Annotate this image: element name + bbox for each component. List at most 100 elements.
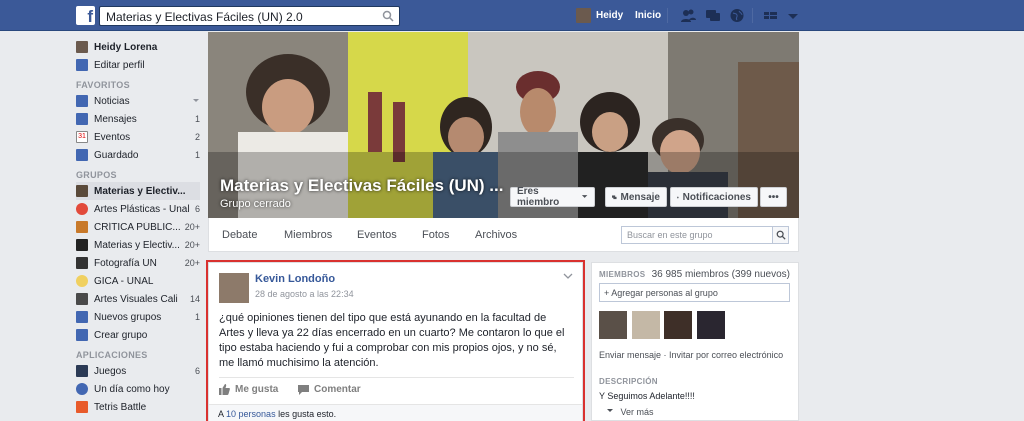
sidebar-app[interactable]: Juegos 6 — [76, 362, 200, 380]
description-header: DESCRIPCIÓN — [599, 377, 658, 386]
facebook-logo[interactable]: f — [76, 6, 95, 25]
group-search-input[interactable]: Buscar en este grupo — [621, 226, 789, 244]
top-bar: f Materias y Electivas Fáciles (UN) 2.0 … — [0, 0, 1024, 31]
sidebar-item-eventos[interactable]: 31 Eventos 2 — [76, 128, 200, 146]
group-info-panel: MIEMBROS 36 985 miembros (399 nuevos) + … — [591, 262, 799, 421]
sidebar-item-label: Juegos — [94, 365, 127, 377]
chevron-down-icon — [607, 409, 613, 412]
sidebar-item-label: Guardado — [94, 149, 139, 161]
sidebar-group[interactable]: GICA - UNAL — [76, 272, 200, 290]
post-highlight-outline — [206, 260, 585, 421]
membership-button-label: Eres miembro — [517, 186, 560, 208]
sidebar-item-count: 20+ — [184, 222, 200, 232]
member-avatar[interactable] — [632, 311, 660, 339]
apps-header: APLICACIONES — [76, 350, 148, 360]
sidebar-group-active[interactable]: Materias y Electiv... — [76, 182, 200, 200]
chevron-down-icon[interactable] — [192, 97, 200, 105]
tab-fotos[interactable]: Fotos — [422, 229, 450, 241]
home-link[interactable]: Inicio — [635, 10, 661, 21]
notifications-button[interactable]: Notificaciones — [670, 187, 758, 207]
membership-button[interactable]: Eres miembro — [510, 186, 595, 208]
profile-avatar — [76, 41, 88, 53]
sidebar-group[interactable]: Artes Visuales Cali 14 — [76, 290, 200, 308]
see-more-link[interactable]: Ver más — [606, 407, 654, 417]
message-button[interactable]: Mensaje — [605, 187, 667, 207]
more-options-button[interactable]: ••• — [760, 187, 787, 207]
top-user-name[interactable]: Heidy — [596, 10, 623, 21]
sidebar-item-label: Tetris Battle — [94, 401, 147, 413]
members-header[interactable]: MIEMBROS — [599, 270, 645, 279]
sidebar-create-group[interactable]: Crear grupo — [76, 326, 200, 344]
sidebar-group[interactable]: Artes Plásticas - Unal 6 — [76, 200, 200, 218]
group-search-placeholder: Buscar en este grupo — [627, 230, 713, 240]
sidebar-app[interactable]: Tetris Battle — [76, 398, 200, 416]
sidebar-edit-profile[interactable]: Editar perfil — [76, 56, 200, 74]
sidebar-item-count: 20+ — [184, 240, 200, 250]
apple-icon — [76, 203, 88, 215]
friend-requests-icon[interactable] — [680, 8, 696, 23]
sidebar-item-guardado[interactable]: Guardado 1 — [76, 146, 200, 164]
sidebar-item-label: Eventos — [94, 131, 131, 143]
privacy-shortcuts-icon[interactable] — [763, 8, 779, 23]
sidebar-item-label: Materias y Electiv... — [94, 239, 180, 251]
sidebar-edit-profile-label: Editar perfil — [94, 59, 145, 71]
sidebar-item-label: Fotografía UN — [94, 257, 157, 269]
tetris-icon — [76, 401, 88, 413]
sidebar-item-label: Materias y Electiv... — [94, 185, 186, 197]
group-icon — [76, 293, 88, 305]
members-count[interactable]: 36 985 miembros (399 nuevos) — [652, 269, 790, 280]
group-search-button[interactable] — [772, 227, 788, 243]
calendar-icon: 31 — [76, 131, 88, 143]
member-action-links[interactable]: Enviar mensaje · Invitar por correo elec… — [599, 350, 783, 360]
bookmark-icon — [76, 149, 88, 161]
sidebar-item-label: Artes Visuales Cali — [94, 293, 178, 305]
group-title[interactable]: Materias y Electivas Fáciles (UN) ... — [220, 176, 503, 196]
add-people-input[interactable]: + Agregar personas al grupo — [599, 283, 790, 302]
favorites-header: FAVORITOS — [76, 80, 130, 90]
no-entry-icon — [677, 196, 679, 198]
sidebar-item-label: CRÍTICA PÚBLIC... — [94, 221, 181, 233]
see-more-label: Ver más — [620, 407, 654, 417]
notifications-globe-icon[interactable] — [729, 8, 745, 23]
sidebar-app[interactable]: Un día como hoy — [76, 380, 200, 398]
tab-eventos[interactable]: Eventos — [357, 229, 397, 241]
search-input[interactable]: Materias y Electivas Fáciles (UN) 2.0 — [99, 6, 400, 26]
top-divider — [667, 8, 668, 23]
sidebar-item-label: GICA - UNAL — [94, 275, 154, 287]
sidebar-new-groups[interactable]: Nuevos grupos 1 — [76, 308, 200, 326]
tab-archivos[interactable]: Archivos — [475, 229, 517, 241]
member-avatar[interactable] — [697, 311, 725, 339]
sidebar-profile[interactable]: Heidy Lorena — [76, 38, 200, 56]
create-group-icon — [76, 329, 88, 341]
left-sidebar: Heidy Lorena Editar perfil FAVORITOS Not… — [76, 38, 200, 416]
tab-debate[interactable]: Debate — [222, 229, 257, 241]
sidebar-group[interactable]: Fotografía UN 20+ — [76, 254, 200, 272]
sidebar-item-count: 6 — [194, 204, 200, 214]
messages-icon[interactable] — [705, 8, 721, 23]
sidebar-item-count: 1 — [194, 150, 200, 160]
tab-miembros[interactable]: Miembros — [284, 229, 332, 241]
sidebar-item-label: Nuevos grupos — [94, 311, 162, 323]
sidebar-item-count: 2 — [194, 132, 200, 142]
user-avatar[interactable] — [576, 8, 591, 23]
news-feed-icon — [76, 95, 88, 107]
chevron-down-icon — [581, 195, 588, 198]
description-text: Y Seguimos Adelante!!!! — [599, 391, 695, 401]
group-privacy: Grupo cerrado — [220, 198, 291, 210]
sidebar-item-count: 1 — [194, 114, 200, 124]
member-avatar[interactable] — [664, 311, 692, 339]
sidebar-item-label: Crear grupo — [94, 329, 148, 341]
account-menu-chevron-down-icon[interactable] — [785, 8, 801, 23]
sidebar-item-label: Noticias — [94, 95, 130, 107]
sidebar-item-noticias[interactable]: Noticias — [76, 92, 200, 110]
search-icon[interactable] — [382, 10, 394, 22]
group-tabs-bar: Debate Miembros Eventos Fotos Archivos B… — [208, 218, 799, 252]
sidebar-profile-name: Heidy Lorena — [94, 41, 158, 53]
sidebar-item-count: 1 — [194, 312, 200, 322]
member-avatar[interactable] — [599, 311, 627, 339]
sidebar-group[interactable]: CRÍTICA PÚBLIC... 20+ — [76, 218, 200, 236]
palette-icon — [76, 221, 88, 233]
sidebar-item-count: 14 — [189, 294, 200, 304]
sidebar-group[interactable]: Materias y Electiv... 20+ — [76, 236, 200, 254]
sidebar-item-mensajes[interactable]: Mensajes 1 — [76, 110, 200, 128]
